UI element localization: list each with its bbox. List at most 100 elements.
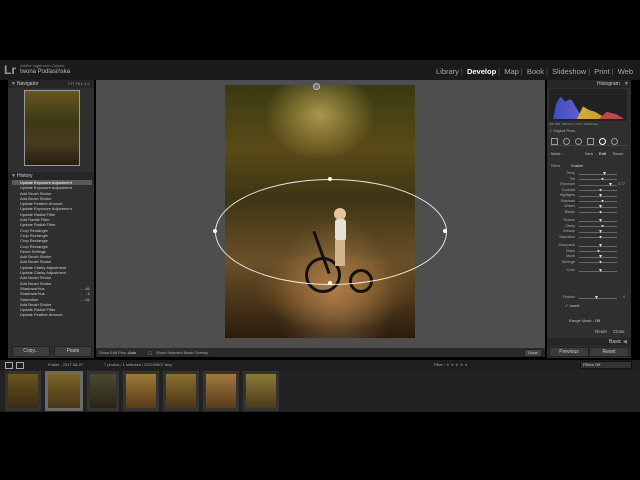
secondary-display-icon[interactable] — [5, 362, 13, 369]
navigator-preview[interactable] — [24, 90, 80, 166]
radial-filter-icon[interactable] — [599, 138, 606, 145]
filter-select[interactable]: Filters Off — [580, 361, 632, 369]
red-eye-icon[interactable] — [575, 138, 582, 145]
crop-tool-icon[interactable] — [551, 138, 558, 145]
panel-reset-button[interactable]: Reset — [595, 329, 607, 334]
slider-track — [579, 262, 617, 263]
previous-button[interactable]: Previous — [549, 347, 589, 357]
slider-label: Texture — [563, 218, 575, 222]
module-library[interactable]: Library — [436, 67, 459, 76]
star-rating-filter-icon[interactable]: ★★★★★ — [446, 362, 469, 367]
slider-track — [579, 184, 617, 186]
history-item-label: Crop Rectangle — [20, 232, 48, 238]
feather-slider[interactable]: Feather 0 — [549, 295, 627, 301]
history-item-label: Shadows/Hus — [20, 291, 45, 297]
history-item-label: Update Radial Filter — [20, 222, 56, 228]
adjustment-brush-icon[interactable] — [611, 138, 618, 145]
slider-track — [579, 270, 617, 272]
filmstrip-thumbnail[interactable] — [203, 371, 239, 411]
slider-defringe[interactable]: Defringe — [549, 260, 627, 266]
slider-label: Highlights — [559, 193, 575, 197]
history-item-label: Crop Rectangle — [20, 227, 48, 233]
mask-new[interactable]: New — [585, 151, 593, 156]
module-separator: | — [588, 67, 591, 76]
range-mask-row[interactable]: Range Mask : Off — [569, 318, 600, 323]
module-develop[interactable]: Develop — [467, 67, 496, 76]
effect-select[interactable]: Custom — [571, 164, 583, 168]
radial-handle-right[interactable] — [443, 229, 447, 233]
radial-handle-left[interactable] — [213, 229, 217, 233]
filmstrip-thumbnail[interactable] — [123, 371, 159, 411]
grid-icon[interactable] — [16, 362, 24, 369]
radial-filter-ellipse[interactable] — [215, 179, 447, 285]
reset-button[interactable]: Reset — [589, 347, 629, 357]
slider-label: Whites — [564, 204, 575, 208]
histogram-header[interactable]: Histogram ▼ — [547, 80, 631, 88]
module-web[interactable]: Web — [618, 67, 633, 76]
module-map[interactable]: Map — [504, 67, 519, 76]
filmstrip-thumbnail[interactable] — [87, 371, 119, 411]
histogram-graph[interactable] — [549, 89, 627, 121]
radial-handle-bottom[interactable] — [328, 281, 332, 285]
exif-iso: ISO 200 — [549, 122, 561, 126]
navigator-header[interactable]: ▼ Navigator FIT FILL 1:1 — [8, 80, 94, 88]
slider-label: Dehaze — [562, 229, 575, 233]
mask-brush[interactable]: Brush — [613, 151, 623, 156]
slider-saturation[interactable]: Saturation — [549, 235, 627, 241]
invert-checkbox[interactable]: ✓ Invert — [565, 303, 579, 308]
panel-close-button[interactable]: Close — [613, 329, 625, 334]
filmstrip-thumbnail[interactable] — [5, 371, 41, 411]
module-print[interactable]: Print — [594, 67, 609, 76]
slider-track — [579, 206, 617, 208]
rotate-handle[interactable] — [313, 83, 320, 90]
history-item-label: Update Feather Amount — [20, 201, 63, 207]
history-item-label: Shadows/Hus — [20, 285, 45, 291]
history-item-label: Update Feather Amount — [20, 312, 63, 318]
overlay-checkbox-icon[interactable]: ▢ — [148, 350, 152, 355]
slider-value: 0.77 — [618, 182, 625, 186]
slider-track — [579, 237, 617, 238]
history-item-label: Add Radial Filter — [20, 217, 50, 223]
module-separator: | — [520, 67, 523, 76]
thumbnail-image — [126, 374, 156, 408]
filmstrip-thumbnail[interactable] — [45, 371, 83, 411]
spot-removal-icon[interactable] — [563, 138, 570, 145]
app-subtitle: Adobe Lightroom Classic — [20, 63, 65, 68]
history-item[interactable]: Update Feather Amount — [12, 312, 92, 317]
slider-label: Noise — [566, 248, 575, 253]
histogram-blue-channel — [553, 96, 583, 119]
done-button[interactable]: Done — [524, 349, 542, 357]
slider-blacks[interactable]: Blacks — [549, 210, 627, 216]
history-item-label: Add Brush Stroke — [20, 195, 52, 201]
module-book[interactable]: Book — [527, 67, 544, 76]
range-mask-select[interactable]: Off — [595, 318, 600, 323]
exif-focal: 135 mm — [561, 122, 573, 126]
module-separator: | — [611, 67, 614, 76]
slider-track — [579, 245, 617, 247]
show-edit-pins-select[interactable]: Auto — [128, 350, 136, 355]
left-panel: ▼ Navigator FIT FILL 1:1 ▼ History Updat… — [8, 80, 94, 358]
graduated-filter-icon[interactable] — [587, 138, 594, 145]
folder-label[interactable]: Folder : 2017-08-27 — [48, 362, 83, 367]
feather-label: Feather — [562, 295, 575, 299]
original-photo-toggle[interactable]: ☐ Original Photo — [549, 129, 575, 133]
slider-track — [579, 190, 617, 191]
slider-track — [579, 201, 617, 202]
filmstrip-thumbnail[interactable] — [243, 371, 279, 411]
paste-button[interactable]: Paste — [54, 346, 92, 357]
slider-color[interactable]: Color — [549, 268, 627, 274]
history-header[interactable]: ▼ History — [8, 172, 94, 180]
radial-handle-top[interactable] — [328, 177, 332, 181]
history-item-label: Crop Rectangle — [20, 243, 48, 249]
filmstrip-thumbnail[interactable] — [163, 371, 199, 411]
navigator-zoom-options[interactable]: FIT FILL 1:1 — [68, 81, 90, 86]
loupe-view — [96, 80, 545, 348]
mask-edit[interactable]: Edit — [599, 151, 606, 156]
copy-button[interactable]: Copy... — [12, 346, 50, 357]
history-item-label: Reset Settings — [20, 248, 47, 254]
module-slideshow[interactable]: Slideshow — [552, 67, 586, 76]
basic-header[interactable]: Basic ◀ — [547, 338, 631, 346]
thumbnail-image — [48, 374, 80, 408]
slider-track — [579, 212, 617, 213]
slider-label: Shadows — [560, 198, 575, 203]
